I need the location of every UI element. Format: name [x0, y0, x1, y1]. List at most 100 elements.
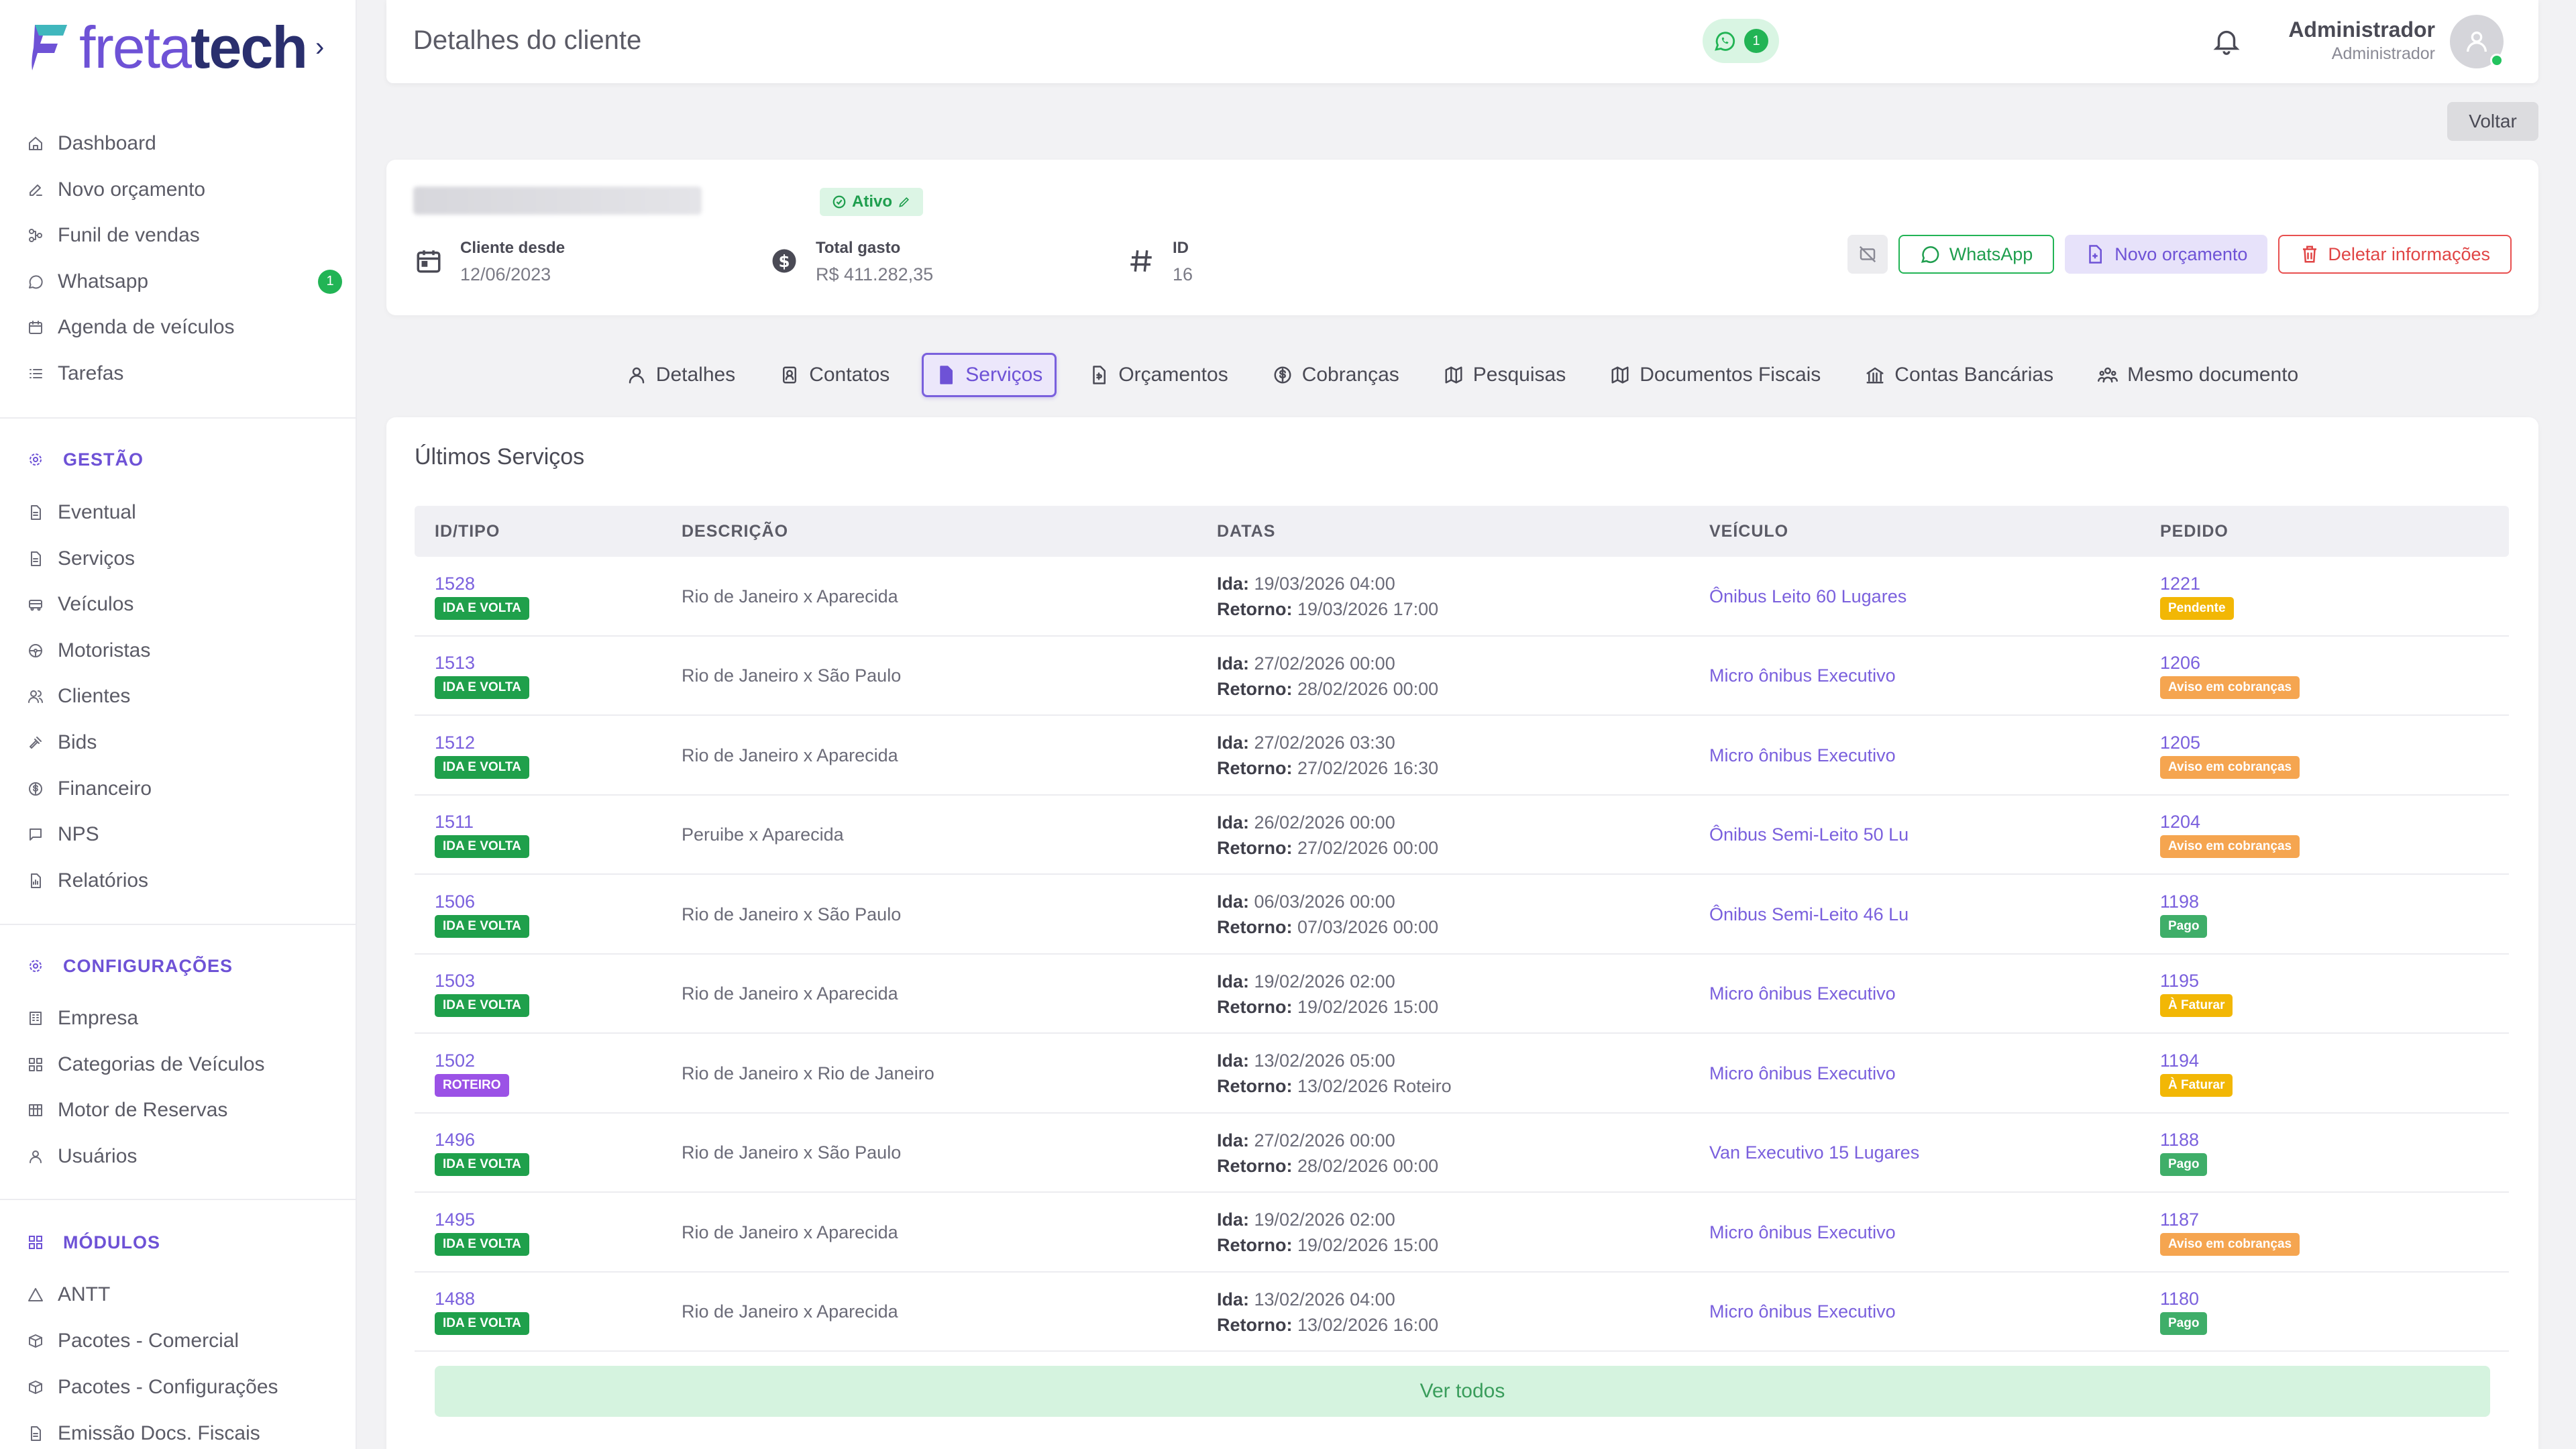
table-row: 1503 IDA E VOLTA Rio de Janeiro x Aparecid… [415, 955, 2509, 1034]
sidebar-item-label: Relatórios [58, 869, 149, 892]
sidebar-item-servi-os[interactable]: Serviços [27, 539, 342, 579]
service-id-link[interactable]: 1495 [435, 1210, 529, 1230]
cell-description: Rio de Janeiro x São Paulo [682, 1114, 901, 1193]
service-id-link[interactable]: 1513 [435, 653, 529, 674]
whatsapp-notifications-button[interactable]: 1 [1703, 19, 1779, 63]
service-id-link[interactable]: 1503 [435, 971, 529, 991]
column-header[interactable]: PEDIDO [2160, 506, 2229, 557]
cell-vehicle: Micro ônibus Executivo [1709, 955, 1896, 1034]
sidebar-item-eventual[interactable]: Eventual [27, 492, 342, 533]
tab-cobran-as[interactable]: Cobranças [1260, 353, 1411, 397]
see-all-button[interactable]: Ver todos [435, 1366, 2490, 1417]
check-circle-icon [833, 195, 846, 209]
service-id-link[interactable]: 1511 [435, 812, 529, 833]
column-header[interactable]: VEÍCULO [1709, 506, 1788, 557]
service-id-link[interactable]: 1512 [435, 733, 529, 753]
order-link[interactable]: 1180 [2160, 1289, 2207, 1309]
cell-vehicle: Micro ônibus Executivo [1709, 716, 1896, 795]
vehicle-link[interactable]: Micro ônibus Executivo [1709, 1222, 1896, 1243]
date-label: Ida: [1217, 1130, 1250, 1150]
cell-dates: Ida: 27/02/2026 03:30 Retorno: 27/02/2026… [1217, 716, 1438, 795]
order-link[interactable]: 1205 [2160, 733, 2300, 753]
sidebar-item-agenda-de-ve-culos[interactable]: Agenda de veículos [27, 307, 342, 347]
tab-servi-os[interactable]: Serviços [922, 353, 1057, 397]
sidebar-item-ve-culos[interactable]: Veículos [27, 584, 342, 625]
sidebar-item-emiss-o-docs-fiscais[interactable]: Emissão Docs. Fiscais [27, 1413, 342, 1449]
tab-contatos[interactable]: Contatos [767, 353, 902, 397]
stat-value: R$ 411.282,35 [816, 264, 934, 284]
bell-icon[interactable] [2211, 25, 2242, 56]
sidebar-item-whatsapp[interactable]: Whatsapp 1 [27, 262, 342, 302]
user-role: Administrador [2331, 44, 2435, 63]
cell-description: Rio de Janeiro x São Paulo [682, 875, 901, 954]
status-badge[interactable]: Ativo [820, 188, 923, 216]
sidebar-item-motor-de-reservas[interactable]: Motor de Reservas [27, 1090, 342, 1130]
sidebar-item-bids[interactable]: Bids [27, 722, 342, 763]
back-button[interactable]: Voltar [2447, 102, 2538, 141]
sidebar-item-pacotes-comercial[interactable]: Pacotes - Comercial [27, 1321, 342, 1361]
sidebar-item-funil-de-vendas[interactable]: Funil de vendas [27, 215, 342, 256]
sidebar-item-financeiro[interactable]: Financeiro [27, 769, 342, 809]
hash-icon [1130, 250, 1152, 272]
vehicle-link[interactable]: Ônibus Leito 60 Lugares [1709, 586, 1907, 607]
vehicle-link[interactable]: Micro ônibus Executivo [1709, 1063, 1896, 1084]
service-id-link[interactable]: 1528 [435, 574, 529, 594]
service-id-link[interactable]: 1506 [435, 892, 529, 912]
hide-info-button[interactable] [1847, 235, 1888, 274]
order-link[interactable]: 1187 [2160, 1210, 2300, 1230]
modules-icon [27, 1234, 44, 1251]
sidebar-item-clientes[interactable]: Clientes [27, 676, 342, 716]
sidebar-item-nps[interactable]: NPS [27, 814, 342, 855]
sidebar-item-tarefas[interactable]: Tarefas [27, 354, 342, 394]
tab-pesquisas[interactable]: Pesquisas [1432, 353, 1578, 397]
service-id-link[interactable]: 1502 [435, 1051, 509, 1071]
service-id-link[interactable]: 1496 [435, 1130, 529, 1150]
order-link[interactable]: 1188 [2160, 1130, 2207, 1150]
order-link[interactable]: 1206 [2160, 653, 2300, 674]
vehicle-link[interactable]: Micro ônibus Executivo [1709, 983, 1896, 1004]
date-label: Retorno: [1217, 1155, 1293, 1176]
sidebar-item-relat-rios[interactable]: Relatórios [27, 861, 342, 901]
calendar-icon [417, 250, 441, 273]
vehicle-link[interactable]: Ônibus Semi-Leito 46 Lu [1709, 904, 1909, 925]
avatar[interactable] [2450, 15, 2504, 68]
vehicle-link[interactable]: Micro ônibus Executivo [1709, 1301, 1896, 1322]
delete-info-button[interactable]: Deletar informações [2278, 235, 2512, 274]
sidebar-item-label: Empresa [58, 1007, 139, 1029]
sidebar: fretatech › Dashboard Novo orçamento Funil… [0, 0, 357, 1449]
new-quote-button[interactable]: Novo orçamento [2065, 235, 2268, 274]
grid-icon [27, 1056, 44, 1073]
column-header[interactable]: DATAS [1217, 506, 1275, 557]
order-link[interactable]: 1195 [2160, 971, 2233, 991]
user-name[interactable]: Administrador [2288, 17, 2435, 42]
order-link[interactable]: 1198 [2160, 892, 2207, 912]
sidebar-item-motoristas[interactable]: Motoristas [27, 631, 342, 671]
tab-documentos-fiscais[interactable]: Documentos Fiscais [1598, 353, 1833, 397]
brand-logo[interactable]: fretatech [30, 17, 308, 78]
sidebar-item-novo-or-amento[interactable]: Novo orçamento [27, 170, 342, 210]
tab-or-amentos[interactable]: Orçamentos [1077, 353, 1240, 397]
sidebar-item-label: Eventual [58, 501, 136, 523]
sidebar-item-pacotes-configura-es[interactable]: Pacotes - Configurações [27, 1367, 342, 1407]
whatsapp-button[interactable]: WhatsApp [1898, 235, 2055, 274]
sidebar-item-usu-rios[interactable]: Usuários [27, 1136, 342, 1177]
column-header[interactable]: ID/TIPO [435, 506, 500, 557]
tab-mesmo-documento[interactable]: Mesmo documento [2086, 353, 2310, 397]
column-header[interactable]: DESCRIÇÃO [682, 506, 788, 557]
vehicle-link[interactable]: Micro ônibus Executivo [1709, 665, 1896, 686]
vehicle-link[interactable]: Van Executivo 15 Lugares [1709, 1142, 1919, 1163]
sidebar-item-empresa[interactable]: Empresa [27, 998, 342, 1038]
vehicle-link[interactable]: Ônibus Semi-Leito 50 Lu [1709, 824, 1909, 845]
sidebar-item-antt[interactable]: ANTT [27, 1275, 342, 1315]
tab-detalhes[interactable]: Detalhes [614, 353, 747, 397]
order-link[interactable]: 1204 [2160, 812, 2300, 833]
button-label: Deletar informações [2328, 244, 2490, 264]
tab-contas-banc-rias[interactable]: Contas Bancárias [1853, 353, 2065, 397]
order-link[interactable]: 1194 [2160, 1051, 2233, 1071]
sidebar-item-dashboard[interactable]: Dashboard [27, 123, 342, 164]
collapse-chevron-icon[interactable]: › [315, 32, 324, 62]
sidebar-item-categorias-de-ve-culos[interactable]: Categorias de Veículos [27, 1044, 342, 1085]
vehicle-link[interactable]: Micro ônibus Executivo [1709, 745, 1896, 766]
service-id-link[interactable]: 1488 [435, 1289, 529, 1309]
order-link[interactable]: 1221 [2160, 574, 2234, 594]
